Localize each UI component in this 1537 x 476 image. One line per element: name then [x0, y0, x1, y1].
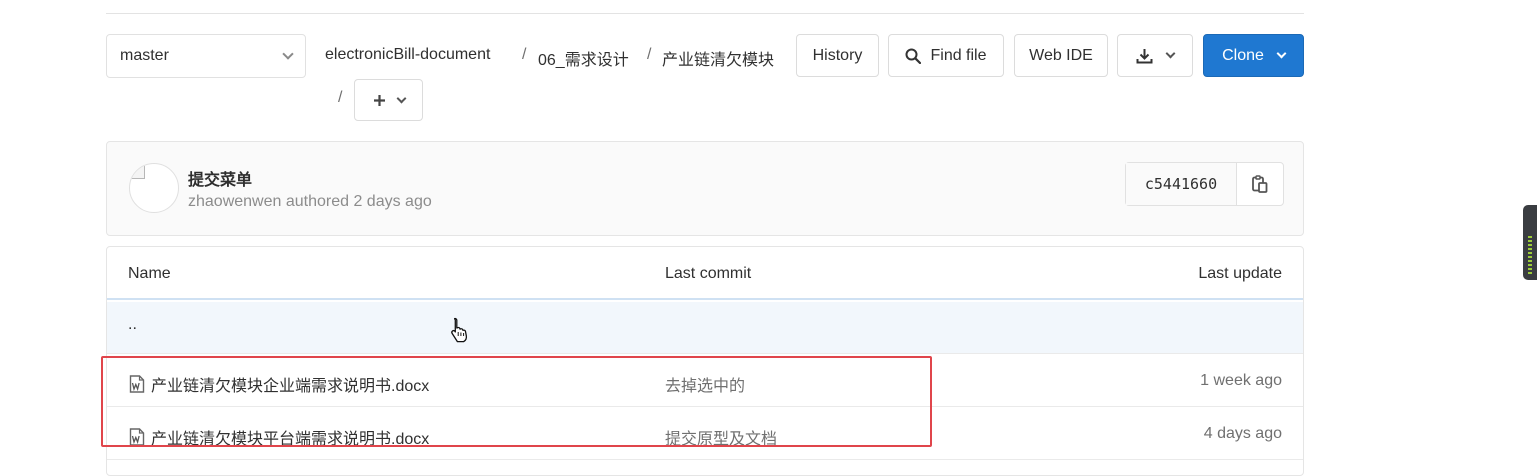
search-icon [905, 48, 922, 64]
file-name-cell[interactable]: 产业链清欠模块平台端需求说明书.docx [129, 425, 429, 449]
copy-sha-button[interactable] [1237, 163, 1283, 205]
breadcrumb-separator: / [522, 46, 527, 63]
column-header-last-commit: Last commit [665, 265, 752, 282]
copy-icon [1252, 175, 1268, 193]
table-header: Name Last commit Last update [107, 247, 1303, 300]
parent-directory-link[interactable]: .. [128, 316, 137, 334]
commit-sha-group: c5441660 [1125, 162, 1284, 206]
file-last-update: 4 days ago [1203, 425, 1282, 442]
clone-label: Clone [1222, 46, 1264, 64]
word-file-icon [129, 428, 145, 446]
commit-title[interactable]: 提交菜单 [188, 166, 252, 190]
parent-directory-row[interactable]: .. [107, 302, 1303, 354]
history-button[interactable]: History [796, 34, 879, 77]
add-to-tree-dropdown[interactable] [354, 79, 423, 121]
find-file-button[interactable]: Find file [888, 34, 1004, 77]
plus-icon [373, 94, 385, 106]
web-ide-label: Web IDE [1029, 46, 1093, 64]
broken-image-icon [131, 164, 145, 179]
find-file-label: Find file [930, 46, 987, 64]
breadcrumb-item-project[interactable]: electronicBill-document [325, 46, 490, 64]
download-dropdown-button[interactable] [1117, 34, 1193, 77]
top-divider [106, 13, 1304, 14]
word-file-icon [129, 375, 145, 393]
chevron-down-icon [282, 48, 294, 60]
file-name-cell[interactable]: 产业链清欠模块企业端需求说明书.docx [129, 372, 429, 396]
side-widget-indicator [1528, 236, 1532, 276]
breadcrumb-item-current[interactable]: 产业链清欠模块 [662, 46, 774, 70]
web-ide-button[interactable]: Web IDE [1014, 34, 1108, 77]
file-last-commit[interactable]: 提交原型及文档 [665, 425, 777, 449]
commit-meta: zhaowenwen authored 2 days ago [188, 193, 432, 210]
branch-selector[interactable]: master [106, 34, 306, 78]
column-header-last-update: Last update [1198, 265, 1282, 282]
clone-button[interactable]: Clone [1203, 34, 1304, 77]
side-widget-tab[interactable] [1523, 205, 1537, 280]
file-name[interactable]: 产业链清欠模块企业端需求说明书.docx [151, 372, 429, 396]
avatar[interactable] [129, 163, 179, 213]
breadcrumb-item-folder[interactable]: 06_需求设计 [538, 46, 629, 70]
table-row[interactable]: 产业链清欠模块企业端需求说明书.docx 去掉选中的 1 week ago [107, 355, 1303, 407]
chevron-down-icon [1276, 48, 1287, 59]
branch-selector-value: master [120, 47, 169, 64]
file-last-commit[interactable]: 去掉选中的 [665, 372, 745, 396]
file-name[interactable]: 产业链清欠模块平台端需求说明书.docx [151, 425, 429, 449]
pointer-cursor-icon [451, 317, 468, 343]
column-header-name: Name [128, 265, 171, 282]
breadcrumb-separator: / [647, 46, 652, 63]
commit-sha[interactable]: c5441660 [1126, 163, 1237, 205]
breadcrumb-separator: / [338, 89, 343, 106]
last-commit-panel: 提交菜单 zhaowenwen authored 2 days ago c544… [106, 141, 1304, 236]
file-last-update: 1 week ago [1200, 372, 1282, 389]
chevron-down-icon [396, 93, 406, 103]
chevron-down-icon [1165, 48, 1176, 59]
download-icon [1136, 48, 1153, 63]
table-row[interactable]: 产业链清欠模块平台端需求说明书.docx 提交原型及文档 4 days ago [107, 408, 1303, 460]
file-tree-table: Name Last commit Last update .. 产业链清欠模块企… [106, 246, 1304, 476]
history-button-label: History [812, 46, 863, 64]
